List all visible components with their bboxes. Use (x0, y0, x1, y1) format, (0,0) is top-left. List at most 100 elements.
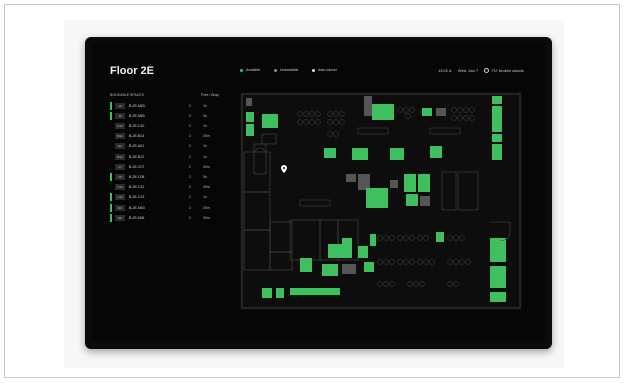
room-availability: 30m (203, 134, 210, 139)
room-available[interactable] (418, 174, 430, 192)
room-status-indicator (110, 153, 112, 161)
room-available[interactable] (328, 244, 342, 258)
room-row[interactable]: M6 B-2E-N06 2 30m (110, 213, 225, 222)
room-available[interactable] (492, 96, 502, 104)
room-available[interactable] (406, 194, 418, 206)
room-available[interactable] (436, 232, 444, 242)
room-available[interactable] (364, 262, 374, 272)
room-row[interactable]: C13 B-2E-C13 2 1h (110, 193, 225, 202)
floor-plan-svg[interactable] (240, 92, 522, 310)
room-people-count: 2 (189, 195, 191, 200)
clock-time: 13:02 A (438, 68, 452, 73)
room-available[interactable] (370, 234, 376, 246)
room-status-indicator (110, 213, 112, 222)
room-block (269, 221, 293, 253)
room-row[interactable]: B12 B-2E-B12 2 1h (110, 152, 225, 161)
room-people-count: 2 (189, 103, 191, 108)
room-available[interactable] (358, 246, 368, 258)
room-row[interactable]: M3 B-2E-M03 2 30m (110, 203, 225, 212)
room-available[interactable] (430, 146, 442, 158)
room-unavailable[interactable] (390, 180, 398, 188)
room-available[interactable] (404, 174, 416, 192)
room-name: B-2E-M03 (129, 103, 145, 108)
room-capacity-badge: B12 (115, 153, 125, 160)
room-capacity-badge: M3 (115, 204, 125, 211)
room-available[interactable] (490, 266, 506, 288)
room-unavailable[interactable] (346, 174, 356, 182)
legend-label: Auto-cancel (318, 68, 337, 72)
room-available[interactable] (322, 264, 338, 276)
room-row[interactable]: C10 B-2E-C10 2 1h (110, 121, 225, 130)
stairs-curve (253, 147, 267, 153)
room-available[interactable] (366, 188, 388, 208)
rooms-list-title: BOOKABLE SPACES (110, 93, 144, 97)
room-name: B-2E-B14 (129, 134, 145, 139)
room-unavailable[interactable] (420, 196, 430, 206)
room-status-indicator (110, 132, 112, 140)
room-people-count: 2 (189, 174, 191, 179)
room-availability: 30m (203, 205, 210, 210)
room-unavailable[interactable] (246, 98, 252, 106)
room-status-indicator (110, 203, 112, 212)
room-capacity-badge: C13 (115, 194, 125, 201)
room-available[interactable] (290, 288, 340, 295)
room-available[interactable] (490, 292, 506, 302)
room-status-indicator (110, 122, 112, 130)
room-name: B-2E-C08 (129, 174, 145, 179)
room-row[interactable]: 10 B-2E-M03 2 1h (110, 101, 225, 110)
room-available[interactable] (390, 148, 404, 160)
floor-map[interactable] (240, 92, 522, 310)
room-row[interactable]: E3 B-2E-A01 2 1h (110, 142, 225, 151)
room-block (441, 171, 457, 211)
room-available[interactable] (300, 258, 312, 272)
room-unavailable[interactable] (364, 96, 372, 116)
room-status-indicator (110, 163, 112, 171)
room-available[interactable] (492, 134, 502, 142)
room-available[interactable] (422, 108, 432, 116)
curved-wall (490, 221, 511, 241)
current-date: Wed, Jan 7 (458, 68, 479, 73)
room-block (289, 219, 321, 261)
legend-item-unavailable: Unavailable (274, 68, 298, 72)
room-available[interactable] (492, 106, 502, 132)
room-available[interactable] (342, 238, 352, 258)
room-unavailable[interactable] (358, 174, 370, 190)
room-row[interactable]: 10 B-2E-M50 2 3h (110, 111, 225, 120)
room-capacity-badge: E3 (115, 143, 125, 150)
room-status-indicator (110, 142, 112, 150)
room-name: B-2E-C07 (129, 164, 145, 169)
room-row[interactable]: C8 B-2E-C08 2 3h (110, 172, 225, 181)
room-capacity-badge: 10 (115, 102, 125, 109)
room-capacity-badge: B12 (115, 133, 125, 140)
room-available[interactable] (262, 288, 272, 298)
room-unavailable[interactable] (436, 108, 446, 116)
room-row[interactable]: C12 B-2E-C12 2 30m (110, 183, 225, 192)
room-available[interactable] (246, 112, 254, 122)
room-block (243, 229, 271, 271)
room-status-indicator (110, 172, 112, 181)
room-available[interactable] (382, 104, 394, 120)
room-availability: 3h (203, 113, 207, 118)
room-people-count: 2 (189, 164, 191, 169)
room-row[interactable]: C7 B-2E-C07 2 30m (110, 162, 225, 171)
weather-icon (484, 68, 489, 73)
room-available[interactable] (352, 148, 368, 160)
room-status-indicator (110, 193, 112, 202)
room-available[interactable] (276, 288, 284, 298)
room-capacity-badge: 10 (115, 112, 125, 119)
room-available[interactable] (492, 144, 502, 160)
room-block (243, 191, 271, 231)
available-dot-icon (240, 68, 243, 72)
stairs (253, 143, 267, 175)
room-name: B-2E-M50 (129, 113, 145, 118)
room-unavailable[interactable] (342, 264, 356, 274)
room-availability: 1h (203, 154, 207, 159)
legend-label: Unavailable (280, 68, 299, 72)
room-available[interactable] (324, 148, 336, 158)
room-available[interactable] (372, 104, 382, 120)
room-available[interactable] (490, 238, 506, 262)
room-people-count: 2 (189, 205, 191, 210)
room-row[interactable]: B12 B-2E-B14 2 30m (110, 132, 225, 141)
room-available[interactable] (262, 114, 278, 128)
room-available[interactable] (246, 124, 254, 136)
